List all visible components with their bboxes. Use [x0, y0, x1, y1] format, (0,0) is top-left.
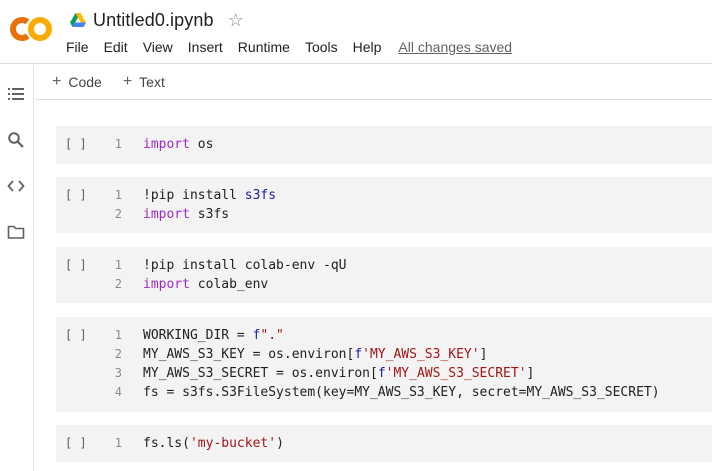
code-snippets-icon[interactable]: [7, 177, 25, 195]
code-token: import: [143, 207, 190, 222]
line-number: 1: [114, 436, 122, 450]
menu-insert[interactable]: Insert: [188, 39, 223, 55]
save-status-link[interactable]: All changes saved: [398, 39, 512, 55]
code-text[interactable]: import colab_env: [143, 275, 268, 294]
google-drive-icon: [70, 13, 86, 27]
menu-file[interactable]: File: [66, 39, 89, 55]
search-icon[interactable]: [7, 131, 25, 149]
code-text[interactable]: !pip install colab-env -qU: [143, 256, 347, 275]
code-token: import: [143, 137, 190, 152]
menu-help[interactable]: Help: [353, 39, 382, 55]
code-token: MY_AWS_S3_SECRET = os.environ[: [143, 366, 378, 381]
code-token: ]: [479, 347, 488, 362]
add-code-label: Code: [68, 74, 102, 90]
plus-icon: +: [52, 73, 62, 90]
line-number: 1: [114, 137, 122, 151]
add-text-button[interactable]: + Text: [122, 73, 165, 91]
code-token: fs = s3fs.S3FileSystem(key=MY_AWS_S3_KEY…: [143, 385, 660, 400]
code-cell[interactable]: [ ] 1 !pip install s3fs 2 import s3fs: [56, 177, 712, 233]
code-token: import: [143, 277, 190, 292]
code-text[interactable]: MY_AWS_S3_KEY = os.environ[f'MY_AWS_S3_K…: [143, 345, 487, 364]
code-text[interactable]: import os: [143, 135, 213, 154]
star-icon[interactable]: ☆: [228, 11, 244, 29]
line-number: 1: [114, 328, 122, 342]
line-number: 3: [114, 366, 122, 380]
menu-runtime[interactable]: Runtime: [238, 39, 290, 55]
code-line: 3 MY_AWS_S3_SECRET = os.environ[f'MY_AWS_…: [56, 364, 712, 383]
code-line: 1 WORKING_DIR = f".": [56, 326, 712, 345]
code-cell[interactable]: [ ] 1 import os: [56, 126, 712, 164]
code-text[interactable]: !pip install s3fs: [143, 186, 276, 205]
code-token: MY_AWS_S3_KEY = os.environ[: [143, 347, 355, 362]
add-text-label: Text: [139, 74, 165, 90]
line-number: 4: [114, 385, 122, 399]
line-number: 1: [114, 258, 122, 272]
code-token: !pip install colab-env -qU: [143, 258, 347, 273]
code-token: f: [377, 366, 386, 381]
files-icon[interactable]: [7, 223, 25, 241]
menu-edit[interactable]: Edit: [104, 39, 128, 55]
colab-logo[interactable]: [10, 14, 52, 44]
code-cell[interactable]: [ ] 1 WORKING_DIR = f"." 2 MY_AWS_S3_KEY = o…: [56, 317, 712, 412]
code-token: WORKING_DIR =: [143, 328, 253, 343]
code-line: 2 MY_AWS_S3_KEY = os.environ[f'MY_AWS_S3_…: [56, 345, 712, 364]
line-number: 2: [114, 277, 122, 291]
notebook-toolbar: + Code + Text: [35, 65, 712, 100]
code-token: ]: [526, 366, 535, 381]
menu-view[interactable]: View: [143, 39, 173, 55]
code-token: s3fs: [244, 188, 277, 203]
plus-icon: +: [122, 73, 133, 90]
add-code-button[interactable]: + Code: [52, 73, 102, 91]
line-number: 2: [114, 347, 122, 361]
code-cell[interactable]: [ ] 1 !pip install colab-env -qU 2 import co…: [56, 247, 712, 303]
top-header: Untitled0.ipynb ☆ File Edit View Insert …: [0, 0, 712, 64]
code-token: ): [276, 436, 284, 451]
code-token: 'MY_AWS_S3_SECRET': [385, 366, 527, 381]
code-token: os: [189, 137, 214, 152]
table-of-contents-icon[interactable]: [7, 85, 25, 103]
code-token: s3fs: [189, 207, 230, 222]
code-token: f: [354, 347, 363, 362]
code-line: 1 !pip install colab-env -qU: [56, 256, 712, 275]
code-text[interactable]: fs = s3fs.S3FileSystem(key=MY_AWS_S3_KEY…: [143, 383, 660, 402]
code-line: 1 !pip install s3fs: [56, 186, 712, 205]
code-text[interactable]: import s3fs: [143, 205, 229, 224]
line-number: 1: [114, 188, 122, 202]
line-number: 2: [114, 207, 122, 221]
code-cell[interactable]: [ ] 1 fs.ls('my-bucket'): [56, 425, 712, 462]
code-token: fs.ls(: [143, 436, 190, 451]
code-line: 2 import colab_env: [56, 275, 712, 294]
menu-tools[interactable]: Tools: [305, 39, 338, 55]
code-text[interactable]: WORKING_DIR = f".": [143, 326, 284, 345]
title-row: Untitled0.ipynb ☆: [70, 8, 244, 32]
code-token: 'MY_AWS_S3_KEY': [362, 347, 480, 362]
code-line: 4 fs = s3fs.S3FileSystem(key=MY_AWS_S3_KE…: [56, 383, 712, 402]
notebook-title[interactable]: Untitled0.ipynb: [93, 10, 214, 31]
code-text[interactable]: MY_AWS_S3_SECRET = os.environ[f'MY_AWS_S…: [143, 364, 534, 383]
code-line: 1 import os: [56, 135, 712, 154]
code-token: colab_env: [189, 277, 269, 292]
code-token: 'my-bucket': [189, 436, 277, 451]
code-line: 1 fs.ls('my-bucket'): [56, 434, 712, 453]
left-sidebar: [0, 65, 34, 471]
menu-bar: File Edit View Insert Runtime Tools Help…: [66, 39, 512, 55]
code-token: ".": [260, 328, 284, 343]
code-token: !pip install: [143, 188, 245, 203]
code-line: 2 import s3fs: [56, 205, 712, 224]
code-text[interactable]: fs.ls('my-bucket'): [143, 434, 284, 453]
